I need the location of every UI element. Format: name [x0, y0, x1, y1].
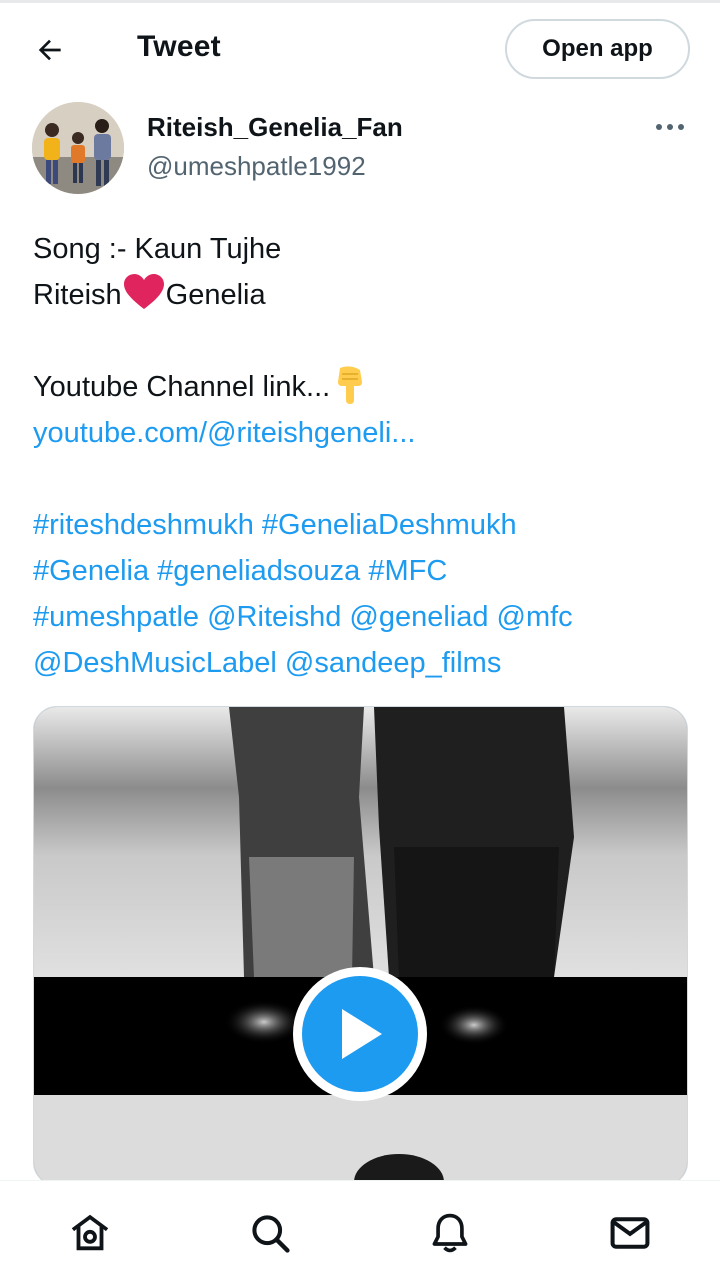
- play-icon: [342, 1009, 382, 1059]
- tweet-spacer-2: [33, 456, 693, 502]
- author-display-name[interactable]: Riteish_Genelia_Fan: [147, 112, 403, 143]
- home-icon: [71, 1214, 109, 1251]
- video-thumbnail[interactable]: [33, 706, 688, 1186]
- tweet-line-channel: Youtube Channel link...: [33, 364, 693, 410]
- top-bar: Tweet Open app: [0, 0, 720, 98]
- nav-notifications[interactable]: [426, 1209, 474, 1257]
- play-button[interactable]: [293, 967, 427, 1101]
- channel-label: Youtube Channel link...: [33, 371, 331, 403]
- more-options-button[interactable]: [650, 112, 690, 142]
- youtube-link[interactable]: youtube.com/@riteishgeneli...: [33, 410, 693, 456]
- tweet-name-1: Riteish: [33, 279, 122, 311]
- more-horizontal-icon: [656, 124, 684, 130]
- bell-icon: [432, 1213, 468, 1253]
- tweet-line-song: Song :- Kaun Tujhe: [33, 233, 282, 265]
- avatar[interactable]: [32, 102, 124, 194]
- tweet-spacer: [33, 318, 693, 364]
- pointing-down-emoji-icon: [332, 364, 368, 406]
- nav-search[interactable]: [246, 1209, 294, 1257]
- page-title: Tweet: [137, 30, 221, 63]
- back-button[interactable]: [30, 30, 70, 70]
- author-handle[interactable]: @umeshpatle1992: [147, 151, 366, 182]
- hashtags-line-4[interactable]: @DeshMusicLabel @sandeep_films: [33, 640, 693, 686]
- nav-home[interactable]: [66, 1209, 114, 1257]
- tweet-name-2: Genelia: [165, 279, 266, 311]
- tweet-line-names: Riteish Genelia: [33, 272, 693, 318]
- nav-messages[interactable]: [606, 1209, 654, 1257]
- heart-emoji-icon: [122, 272, 166, 312]
- search-icon: [252, 1215, 290, 1253]
- open-app-button[interactable]: Open app: [505, 19, 690, 79]
- bottom-navigation: [0, 1180, 720, 1280]
- hashtags-line-3[interactable]: #umeshpatle @Riteishd @geneliad @mfc: [33, 594, 693, 640]
- play-button-inner: [302, 976, 418, 1092]
- hashtags-line-1[interactable]: #riteshdeshmukh #GeneliaDeshmukh: [33, 502, 693, 548]
- hashtags-line-2[interactable]: #Genelia #geneliadsouza #MFC: [33, 548, 693, 594]
- tweet-text: Song :- Kaun Tujhe Riteish Genelia Youtub…: [33, 226, 693, 686]
- arrow-left-icon: [38, 39, 61, 61]
- mail-icon: [610, 1217, 650, 1249]
